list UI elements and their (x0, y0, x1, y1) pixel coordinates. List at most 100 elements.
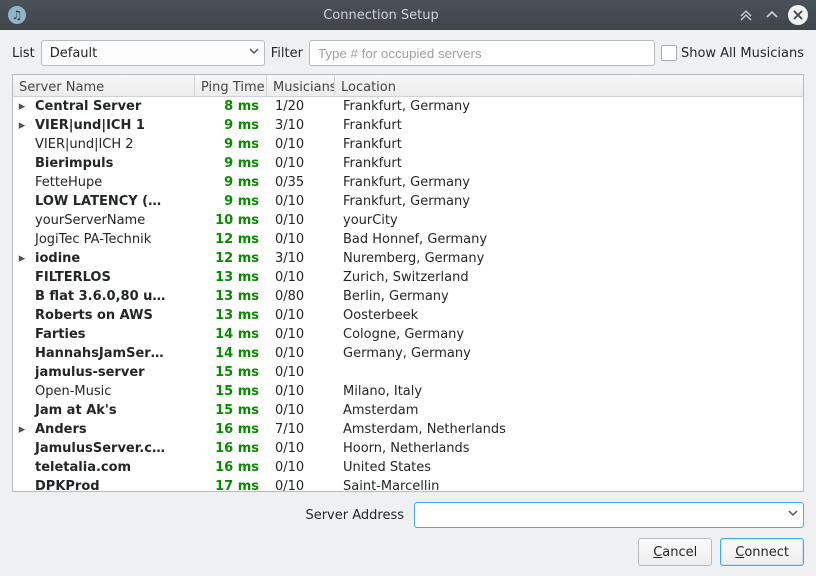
table-row[interactable]: yourServerName10 ms0/10yourCity (13, 211, 803, 230)
close-icon[interactable] (788, 5, 808, 25)
cell-ping-time: 15 ms (197, 365, 269, 380)
cell-ping-time: 12 ms (197, 232, 269, 247)
button-row: Cancel Connect (0, 532, 816, 576)
filter-input[interactable] (309, 40, 655, 66)
cell-musicians: 0/10 (269, 308, 337, 323)
cell-location: Frankfurt, Germany (337, 175, 803, 190)
table-row[interactable]: teletalia.com16 ms0/10United States (13, 458, 803, 477)
cell-location: Frankfurt (337, 156, 803, 171)
cell-server-name: B flat 3.6.0,80 u… (29, 289, 197, 304)
cell-server-name: Anders (29, 422, 197, 437)
connect-button[interactable]: Connect (720, 538, 804, 566)
minimize-icon[interactable] (736, 5, 756, 25)
cell-ping-time: 14 ms (197, 327, 269, 342)
table-row[interactable]: JogiTec PA-Technik12 ms0/10Bad Honnef, G… (13, 230, 803, 249)
cell-server-name: HannahsJamSer… (29, 346, 197, 361)
cell-location: Oosterbeek (337, 308, 803, 323)
cell-server-name: Roberts on AWS (29, 308, 197, 323)
list-dropdown[interactable]: Default (41, 40, 265, 66)
table-row[interactable]: VIER|und|ICH 29 ms0/10Frankfurt (13, 135, 803, 154)
cell-musicians: 0/10 (269, 270, 337, 285)
cell-ping-time: 9 ms (197, 156, 269, 171)
cell-location: Nuremberg, Germany (337, 251, 803, 266)
table-row[interactable]: FetteHupe9 ms0/35Frankfurt, Germany (13, 173, 803, 192)
cell-location: yourCity (337, 213, 803, 228)
server-address-row: Server Address (0, 492, 816, 532)
cell-location: Frankfurt (337, 118, 803, 133)
cell-server-name: JamulusServer.c… (29, 441, 197, 456)
table-row[interactable]: Jam at Ak's15 ms0/10Amsterdam (13, 401, 803, 420)
table-row[interactable]: Bierimpuls9 ms0/10Frankfurt (13, 154, 803, 173)
cell-server-name: FILTERLOS (29, 270, 197, 285)
table-row[interactable]: HannahsJamSer…14 ms0/10Germany, Germany (13, 344, 803, 363)
table-row[interactable]: ▸Central Server8 ms1/20Frankfurt, German… (13, 97, 803, 116)
chevron-down-icon (787, 507, 799, 523)
cell-ping-time: 13 ms (197, 289, 269, 304)
cell-server-name: JogiTec PA-Technik (29, 232, 197, 247)
cell-location: Cologne, Germany (337, 327, 803, 342)
cell-musicians: 0/10 (269, 232, 337, 247)
list-selected-value: Default (50, 46, 98, 61)
cell-musicians: 0/10 (269, 327, 337, 342)
cell-server-name: teletalia.com (29, 460, 197, 475)
expand-caret-icon[interactable]: ▸ (15, 99, 29, 114)
cell-ping-time: 9 ms (197, 137, 269, 152)
chevron-down-icon (248, 45, 260, 61)
titlebar: ♫ Connection Setup (0, 0, 816, 30)
expand-caret-icon[interactable]: ▸ (15, 422, 29, 437)
cell-server-name: iodine (29, 251, 197, 266)
server-table: Server Name Ping Time Musicians Location… (12, 74, 804, 492)
table-row[interactable]: ▸Anders16 ms7/10Amsterdam, Netherlands (13, 420, 803, 439)
table-row[interactable]: FILTERLOS13 ms0/10Zurich, Switzerland (13, 268, 803, 287)
cell-ping-time: 9 ms (197, 118, 269, 133)
cell-musicians: 0/10 (269, 441, 337, 456)
cell-server-name: DPKProd (29, 479, 197, 492)
cell-server-name: Farties (29, 327, 197, 342)
cell-location: Zurich, Switzerland (337, 270, 803, 285)
app-icon: ♫ (8, 6, 26, 24)
cell-location: Frankfurt (337, 137, 803, 152)
cell-ping-time: 14 ms (197, 346, 269, 361)
cell-location: Hoorn, Netherlands (337, 441, 803, 456)
expand-caret-icon[interactable]: ▸ (15, 251, 29, 266)
cell-ping-time: 15 ms (197, 403, 269, 418)
cell-server-name: LOW LATENCY (… (29, 194, 197, 209)
cell-musicians: 0/35 (269, 175, 337, 190)
th-ping-time[interactable]: Ping Time (195, 75, 267, 96)
show-all-musicians-checkbox[interactable]: Show All Musicians (661, 45, 804, 61)
table-row[interactable]: B flat 3.6.0,80 u…13 ms0/80Berlin, Germa… (13, 287, 803, 306)
table-row[interactable]: Open-Music15 ms0/10Milano, Italy (13, 382, 803, 401)
server-address-input[interactable] (423, 503, 781, 527)
table-body[interactable]: ▸Central Server8 ms1/20Frankfurt, German… (13, 97, 803, 492)
cell-ping-time: 8 ms (197, 99, 269, 114)
table-row[interactable]: ▸iodine12 ms3/10Nuremberg, Germany (13, 249, 803, 268)
table-row[interactable]: Farties14 ms0/10Cologne, Germany (13, 325, 803, 344)
cell-server-name: FetteHupe (29, 175, 197, 190)
cancel-button[interactable]: Cancel (638, 538, 712, 566)
th-musicians[interactable]: Musicians (267, 75, 335, 96)
cell-location: Frankfurt, Germany (337, 99, 803, 114)
maximize-icon[interactable] (762, 5, 782, 25)
cell-server-name: Central Server (29, 99, 197, 114)
cell-ping-time: 9 ms (197, 194, 269, 209)
cell-ping-time: 16 ms (197, 422, 269, 437)
filter-label: Filter (271, 46, 303, 61)
cell-musicians: 0/10 (269, 384, 337, 399)
cell-ping-time: 17 ms (197, 479, 269, 492)
th-server-name[interactable]: Server Name (13, 75, 195, 96)
table-row[interactable]: jamulus-server15 ms0/10 (13, 363, 803, 382)
cell-ping-time: 9 ms (197, 175, 269, 190)
th-location[interactable]: Location (335, 75, 803, 96)
cell-location: United States (337, 460, 803, 475)
table-row[interactable]: DPKProd17 ms0/10Saint-Marcellin (13, 477, 803, 492)
cell-location: Germany, Germany (337, 346, 803, 361)
table-header: Server Name Ping Time Musicians Location (13, 75, 803, 97)
cell-server-name: VIER|und|ICH 2 (29, 137, 197, 152)
cell-musicians: 0/10 (269, 479, 337, 492)
table-row[interactable]: LOW LATENCY (…9 ms0/10Frankfurt, Germany (13, 192, 803, 211)
expand-caret-icon[interactable]: ▸ (15, 118, 29, 133)
table-row[interactable]: JamulusServer.c…16 ms0/10Hoorn, Netherla… (13, 439, 803, 458)
server-address-combo[interactable] (414, 502, 804, 528)
table-row[interactable]: Roberts on AWS13 ms0/10Oosterbeek (13, 306, 803, 325)
table-row[interactable]: ▸VIER|und|ICH 19 ms3/10Frankfurt (13, 116, 803, 135)
